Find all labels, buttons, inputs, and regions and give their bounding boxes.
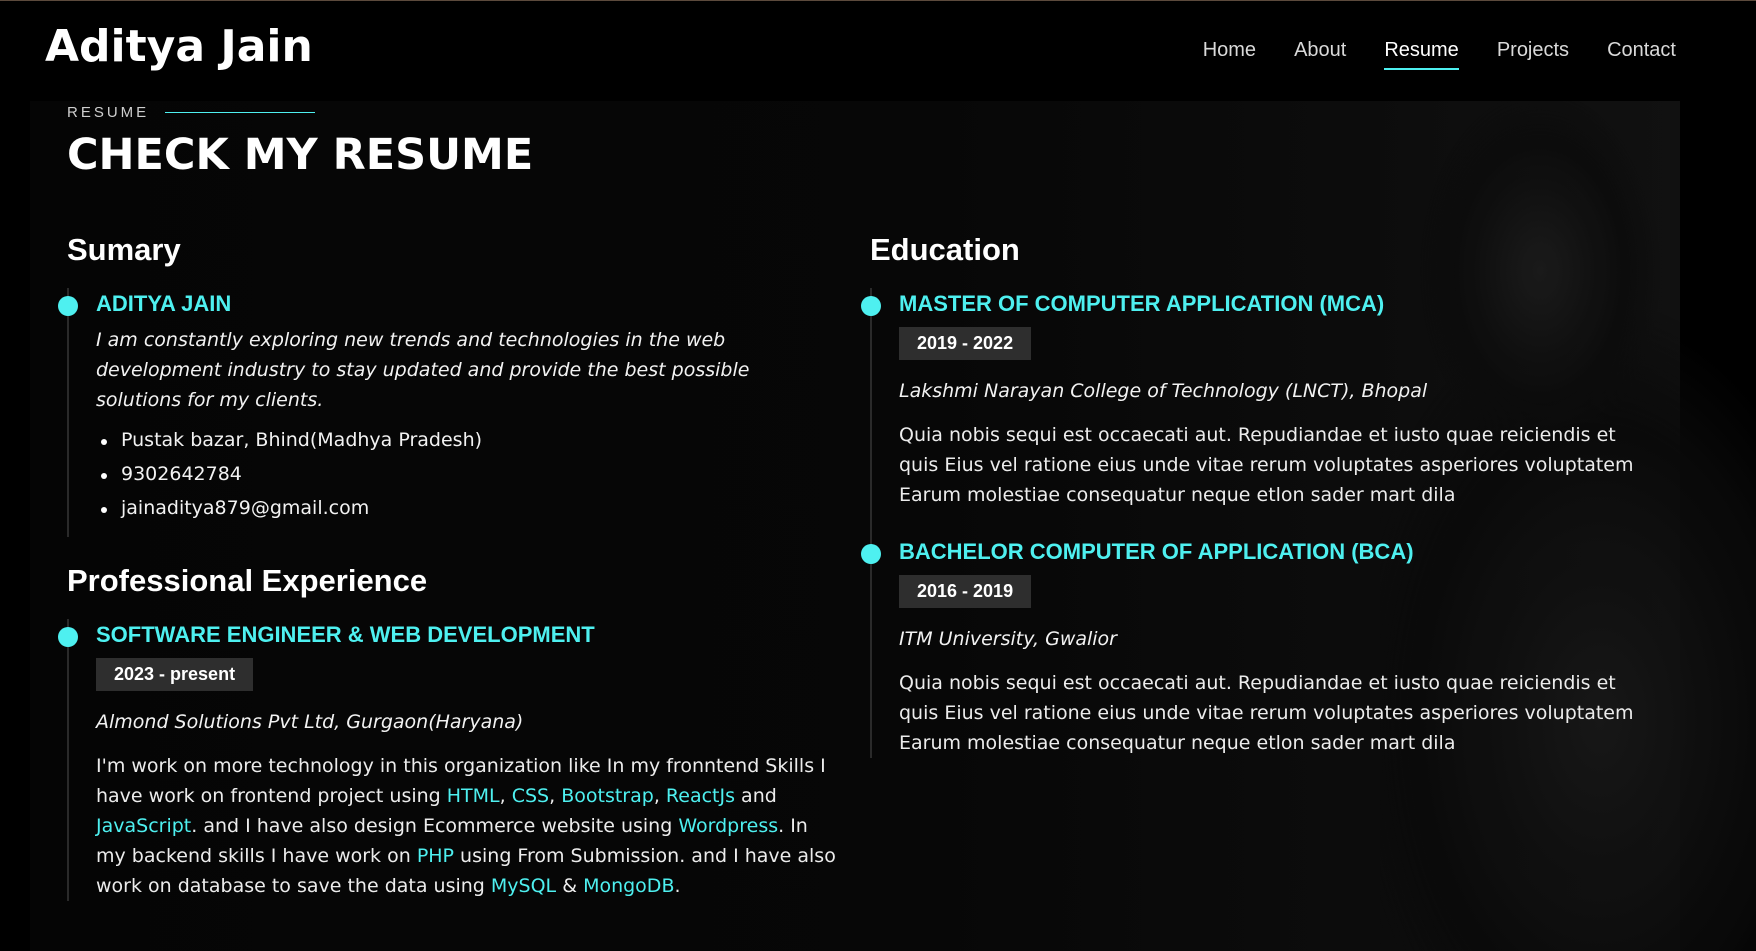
section-label: RESUME [67,104,316,121]
page-title: CHECK MY RESUME [67,130,534,180]
desc-text: & [556,875,584,897]
experience-dates: 2023 - present [96,658,254,691]
timeline-dot [861,544,881,564]
contact-email: jainaditya879@gmail.com [96,497,837,519]
education-heading: Education [870,232,1020,267]
nav-about[interactable]: About [1294,39,1346,70]
skill-mysql: MySQL [490,875,557,897]
skill-css: CSS [511,785,550,807]
education-description: Quia nobis sequi est occaecati aut. Repu… [899,672,1634,754]
desc-text: . [674,875,681,897]
education-title: BACHELOR COMPUTER OF APPLICATION (BCA) [899,539,1414,564]
experience-item: SOFTWARE ENGINEER & WEB DEVELOPMENT 2023… [58,619,837,901]
experience-description: I'm work on more technology in this orga… [96,751,837,901]
summary-bio: I am constantly exploring new trends and… [96,329,750,411]
right-column: Education MASTER OF COMPUTER APPLICATION… [861,232,1640,758]
skill-javascript: JavaScript [96,815,192,837]
skill-html: HTML [446,785,500,807]
main-nav: Home About Resume Projects Contact [1203,39,1676,70]
summary-heading: Sumary [67,232,181,267]
education-dates: 2019 - 2022 [899,327,1032,360]
experience-heading: Professional Experience [67,563,428,598]
section-label-text: RESUME [67,104,150,121]
education-description: Quia nobis sequi est occaecati aut. Repu… [899,424,1634,506]
contact-list: Pustak bazar, Bhind(Madhya Pradesh) 9302… [96,429,837,519]
desc-text: . and I have also design Ecommerce websi… [191,815,679,837]
education-school: ITM University, Gwalior [899,628,1117,650]
education-school: Lakshmi Narayan College of Technology (L… [899,380,1428,402]
desc-text: , [499,785,512,807]
education-dates: 2016 - 2019 [899,575,1032,608]
summary-name: ADITYA JAIN [96,291,232,316]
desc-text: and [735,785,777,807]
desc-text: , [653,785,666,807]
summary-item: ADITYA JAIN I am constantly exploring ne… [58,288,837,537]
site-header: Aditya Jain Home About Resume Projects C… [0,1,1756,101]
skill-php: PHP [416,845,455,867]
timeline-dot [58,627,78,647]
experience-title: SOFTWARE ENGINEER & WEB DEVELOPMENT [96,622,595,647]
skill-mongodb: MongoDB [583,875,675,897]
timeline-dot [58,296,78,316]
nav-projects[interactable]: Projects [1497,39,1569,70]
timeline-dot [861,296,881,316]
nav-contact[interactable]: Contact [1607,39,1676,70]
education-item: BACHELOR COMPUTER OF APPLICATION (BCA) 2… [861,536,1640,758]
desc-text: , [549,785,562,807]
nav-resume[interactable]: Resume [1384,39,1460,70]
left-column: Sumary ADITYA JAIN I am constantly explo… [58,232,837,901]
nav-home[interactable]: Home [1203,39,1256,70]
contact-phone: 9302642784 [96,463,837,485]
education-title: MASTER OF COMPUTER APPLICATION (MCA) [899,291,1385,316]
section-label-line [165,112,316,113]
skill-bootstrap: Bootstrap [561,785,654,807]
education-item: MASTER OF COMPUTER APPLICATION (MCA) 201… [861,288,1640,536]
experience-company: Almond Solutions Pvt Ltd, Gurgaon(Haryan… [96,711,524,733]
skill-wordpress: Wordpress [678,815,779,837]
contact-address: Pustak bazar, Bhind(Madhya Pradesh) [96,429,837,451]
skill-reactjs: ReactJs [665,785,736,807]
site-logo[interactable]: Aditya Jain [45,21,313,72]
